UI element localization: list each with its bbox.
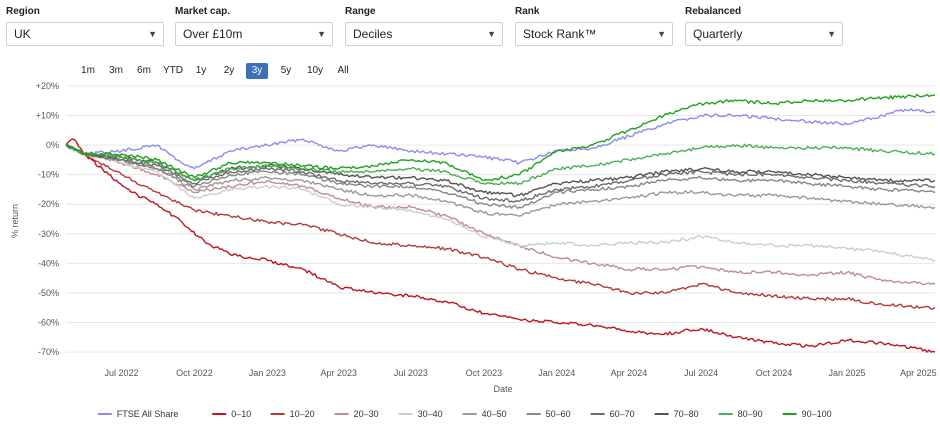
region-select[interactable]: UK ▼ bbox=[6, 22, 164, 46]
range-button-10y[interactable]: 10y bbox=[302, 63, 328, 79]
x-tick-label: Jan 2024 bbox=[538, 368, 575, 378]
chevron-down-icon: ▼ bbox=[657, 29, 666, 39]
x-tick-label: Apr 2024 bbox=[611, 368, 648, 378]
market-cap-select[interactable]: Over £10m ▼ bbox=[175, 22, 333, 46]
range-button-6m[interactable]: 6m bbox=[132, 63, 156, 79]
x-tick-label: Oct 2024 bbox=[756, 368, 793, 378]
series-line-30-40 bbox=[65, 144, 936, 262]
rebalanced-select[interactable]: Quarterly ▼ bbox=[685, 22, 843, 46]
range-button-1m[interactable]: 1m bbox=[76, 63, 100, 79]
legend-label: 70–80 bbox=[674, 409, 699, 419]
rebalanced-filter: Rebalanced Quarterly ▼ bbox=[685, 6, 843, 46]
market-cap-value: Over £10m bbox=[183, 27, 243, 41]
x-tick-label: Jul 2022 bbox=[104, 368, 138, 378]
rebalanced-value: Quarterly bbox=[693, 27, 743, 41]
x-tick-label: Apr 2025 bbox=[900, 368, 937, 378]
series-line-20-30 bbox=[65, 144, 936, 286]
market-cap-filter: Market cap. Over £10m ▼ bbox=[175, 6, 333, 46]
y-axis-title: % return bbox=[10, 204, 20, 238]
y-tick-label: -10% bbox=[38, 170, 59, 180]
y-tick-label: -70% bbox=[38, 347, 59, 357]
series-line-10-20 bbox=[65, 144, 936, 310]
range-button-3m[interactable]: 3m bbox=[104, 63, 128, 79]
range-label: Range bbox=[345, 6, 376, 17]
x-tick-label: Jan 2023 bbox=[249, 368, 286, 378]
range-select[interactable]: Deciles ▼ bbox=[345, 22, 503, 46]
y-axis: +20% +10% 0% -10% -20% -30% -40% -50% -60% -70% bbox=[36, 81, 59, 357]
range-button-2y[interactable]: 2y bbox=[218, 63, 240, 79]
legend-label: 10–20 bbox=[290, 409, 315, 419]
market-cap-label: Market cap. bbox=[175, 6, 231, 17]
legend-label: FTSE All Share bbox=[117, 409, 179, 419]
series-line-90-100 bbox=[65, 93, 936, 182]
series-line-40-50 bbox=[65, 144, 936, 217]
x-axis: Jul 2022 Oct 2022 Jan 2023 Apr 2023 Jul 2023… bbox=[104, 368, 936, 378]
chevron-down-icon: ▼ bbox=[317, 29, 326, 39]
y-tick-label: 0% bbox=[46, 140, 59, 150]
rank-filter: Rank Stock Rank™ ▼ bbox=[515, 6, 673, 46]
grid-lines bbox=[66, 85, 935, 353]
legend-label: 50–60 bbox=[546, 409, 571, 419]
series-line-0-10 bbox=[65, 138, 936, 353]
y-tick-label: +10% bbox=[36, 110, 59, 120]
range-button-3y[interactable]: 3y bbox=[246, 63, 268, 79]
rank-label: Rank bbox=[515, 6, 540, 17]
y-tick-label: -50% bbox=[38, 288, 59, 298]
legend-label: 80–90 bbox=[738, 409, 763, 419]
legend-label: 90–100 bbox=[802, 409, 832, 419]
x-tick-label: Jul 2023 bbox=[394, 368, 428, 378]
rank-value: Stock Rank™ bbox=[523, 27, 597, 41]
x-tick-label: Jan 2025 bbox=[828, 368, 865, 378]
legend-label: 60–70 bbox=[610, 409, 635, 419]
series-line-60-70 bbox=[65, 144, 936, 203]
chevron-down-icon: ▼ bbox=[827, 29, 836, 39]
y-tick-label: -60% bbox=[38, 318, 59, 328]
x-tick-label: Jul 2024 bbox=[684, 368, 718, 378]
chevron-down-icon: ▼ bbox=[148, 29, 157, 39]
series-lines bbox=[65, 93, 936, 353]
range-value: Deciles bbox=[353, 27, 393, 41]
rebalanced-label: Rebalanced bbox=[685, 6, 742, 17]
region-filter: Region UK ▼ bbox=[6, 6, 164, 46]
region-label: Region bbox=[6, 6, 40, 17]
y-tick-label: +20% bbox=[36, 81, 59, 91]
series-line-50-60 bbox=[65, 143, 936, 210]
series-line-80-90 bbox=[65, 143, 936, 186]
series-line-ftse-all-share bbox=[65, 108, 936, 170]
range-button-all[interactable]: All bbox=[332, 63, 354, 79]
y-tick-label: -20% bbox=[38, 199, 59, 209]
legend-label: 40–50 bbox=[482, 409, 507, 419]
range-button-ytd[interactable]: YTD bbox=[160, 63, 186, 79]
rank-select[interactable]: Stock Rank™ ▼ bbox=[515, 22, 673, 46]
series-line-70-80 bbox=[65, 144, 936, 198]
x-tick-label: Oct 2023 bbox=[466, 368, 503, 378]
y-tick-label: -30% bbox=[38, 229, 59, 239]
x-axis-title: Date bbox=[493, 384, 512, 394]
y-tick-label: -40% bbox=[38, 258, 59, 268]
range-button-5y[interactable]: 5y bbox=[275, 63, 297, 79]
legend: FTSE All Share 0–10 10–20 20–30 30–40 40–50 50… bbox=[97, 409, 832, 419]
legend-label: 20–30 bbox=[354, 409, 379, 419]
range-filter: Range Deciles ▼ bbox=[345, 6, 503, 46]
legend-label: 30–40 bbox=[418, 409, 443, 419]
region-value: UK bbox=[14, 27, 31, 41]
legend-label: 0–10 bbox=[231, 409, 251, 419]
filter-bar: Region UK ▼ Market cap. Over £10m ▼ Rang… bbox=[6, 6, 936, 50]
x-tick-label: Oct 2022 bbox=[176, 368, 213, 378]
range-button-1y[interactable]: 1y bbox=[190, 63, 212, 79]
x-tick-label: Apr 2023 bbox=[320, 368, 357, 378]
chevron-down-icon: ▼ bbox=[487, 29, 496, 39]
